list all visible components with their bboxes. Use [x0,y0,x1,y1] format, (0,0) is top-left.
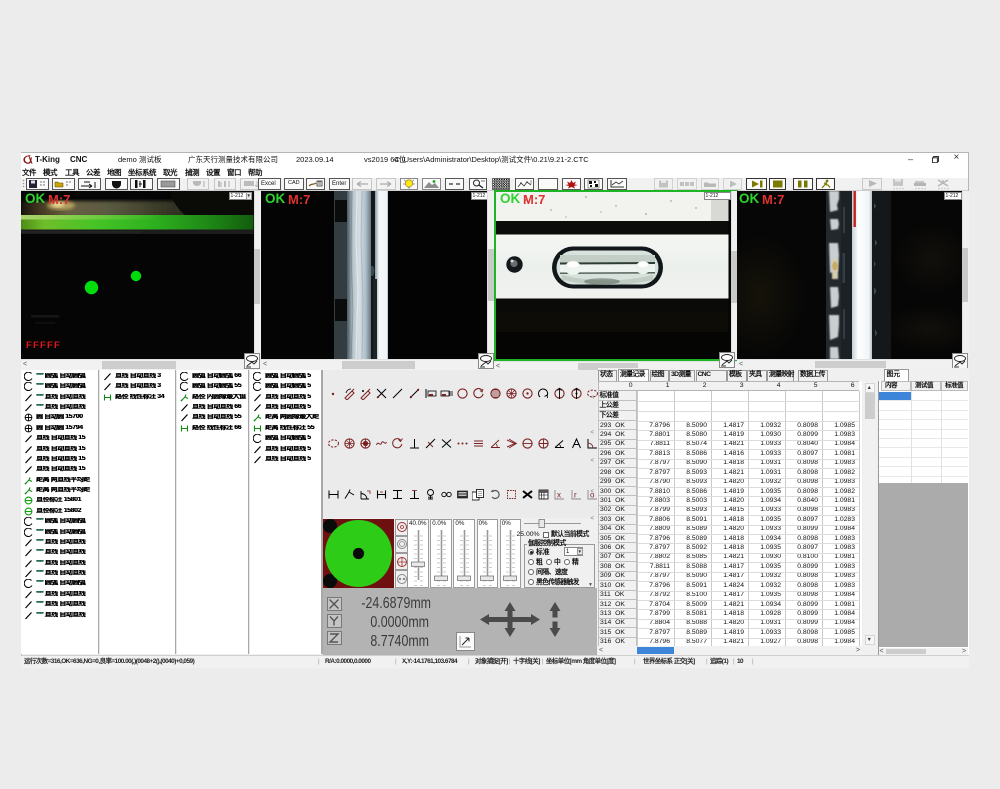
svg-text:x: x [557,491,561,500]
svg-text:r: r [574,491,577,500]
